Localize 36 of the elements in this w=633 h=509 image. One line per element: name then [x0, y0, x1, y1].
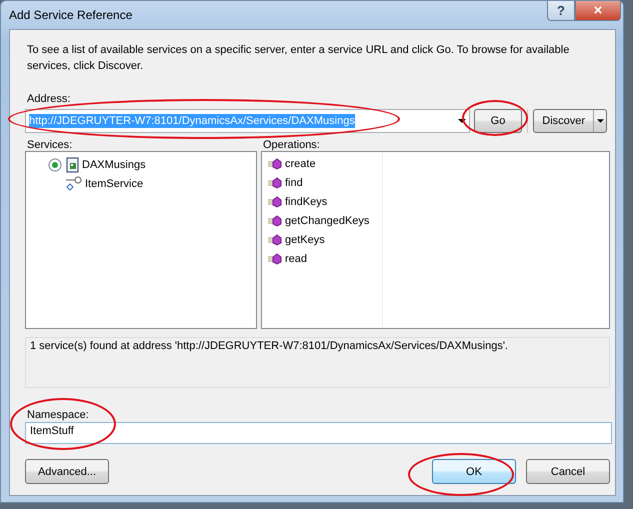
help-button[interactable]: ? [547, 1, 575, 21]
radio-icon[interactable] [48, 158, 62, 172]
service-name: DAXMusings [82, 158, 146, 170]
namespace-field[interactable]: ItemStuff [25, 422, 612, 444]
dropdown-caret-icon[interactable] [458, 119, 466, 123]
dropdown-caret-icon[interactable] [596, 119, 604, 123]
method-icon [268, 234, 282, 246]
operation-item[interactable]: create [268, 154, 382, 173]
operation-item[interactable]: findKeys [268, 192, 382, 211]
discover-button[interactable]: Discover [533, 109, 607, 133]
highlight-ellipse [462, 100, 528, 136]
services-label: Services: [27, 139, 74, 151]
method-icon [268, 196, 282, 208]
address-label: Address: [27, 93, 70, 105]
operations-label: Operations: [263, 139, 321, 151]
tree-item[interactable]: ItemService [64, 174, 256, 193]
method-icon [268, 158, 282, 170]
connector-icon [64, 176, 82, 192]
method-icon [268, 214, 282, 226]
service-name: ItemService [85, 178, 144, 190]
dialog-button[interactable]: Advanced... [25, 459, 109, 484]
window-title: Add Service Reference [9, 8, 132, 22]
operation-item[interactable]: getChangedKeys [268, 211, 382, 230]
operation-item[interactable]: read [268, 249, 382, 268]
namespace-label: Namespace: [27, 409, 89, 421]
tree-item[interactable]: DAXMusings [48, 155, 256, 174]
status-text: 1 service(s) found at address 'http://JDEGRUYTER-W7:8101/DynamicsAx/Services/DAXMusings'. [25, 337, 610, 388]
go-button[interactable]: Go [474, 109, 522, 133]
method-icon [268, 176, 282, 188]
method-icon [268, 252, 282, 264]
dialog-button[interactable]: OK [432, 459, 516, 484]
instructions-text: To see a list of available services on a specific server, enter a service URL and click Go. To browse for available services, click Discover. [27, 43, 570, 74]
document-icon [65, 156, 79, 172]
operation-item[interactable]: find [268, 173, 382, 192]
operation-item[interactable]: getKeys [268, 230, 382, 249]
dialog-button[interactable]: Cancel [526, 459, 610, 484]
